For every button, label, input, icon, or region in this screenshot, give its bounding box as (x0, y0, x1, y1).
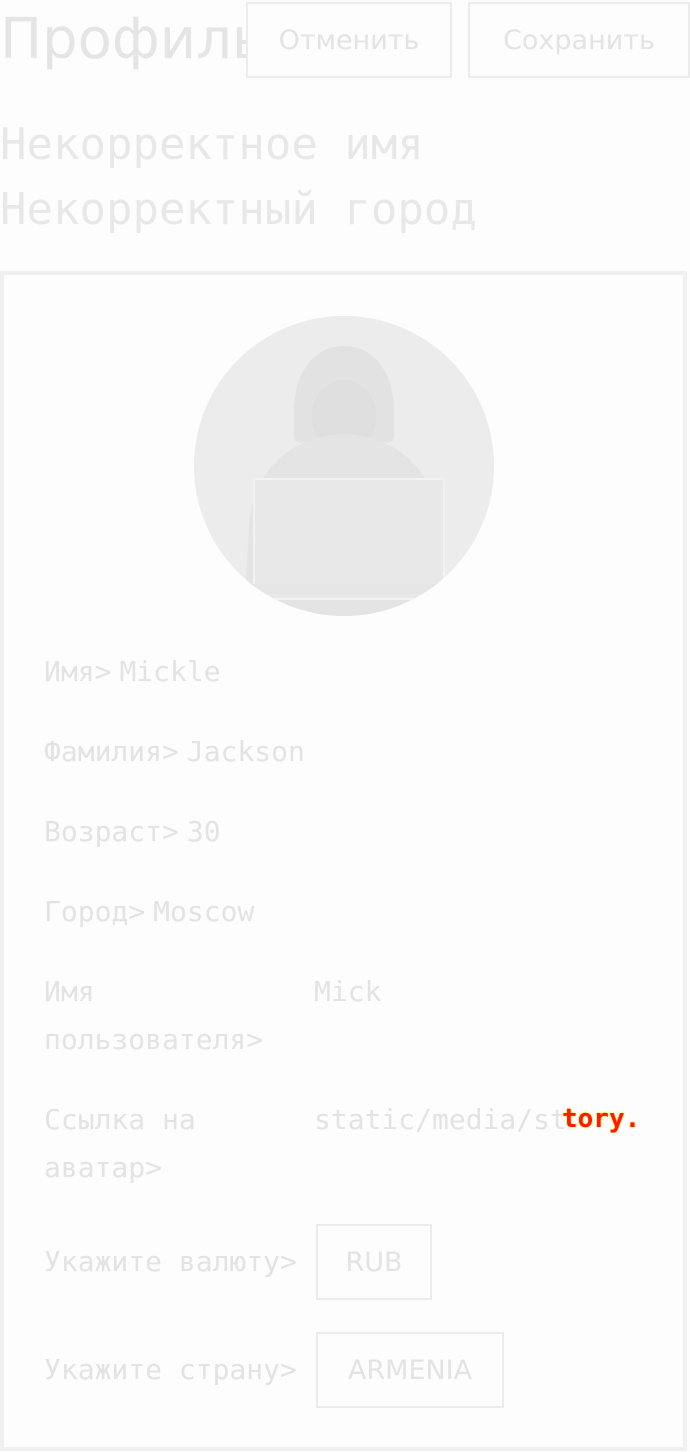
error-invalid-city: Некорректный город (0, 184, 477, 235)
currency-select[interactable]: RUB (316, 1224, 432, 1300)
country-label: Укажите страну> (44, 1353, 297, 1386)
username-input[interactable]: Mick (314, 968, 381, 1016)
country-row: Укажите страну> (44, 1346, 297, 1394)
city-input[interactable]: Moscow (153, 895, 254, 928)
last-name-row: Фамилия> Jackson (44, 728, 305, 776)
avatar-url-overflow-text: tory. (562, 1104, 641, 1134)
error-invalid-name: Некорректное имя (0, 119, 424, 170)
age-input[interactable]: 30 (187, 815, 221, 848)
city-row: Город> Moscow (44, 888, 254, 936)
first-name-label: Имя> (44, 655, 112, 688)
avatar (194, 316, 494, 616)
age-row: Возраст> 30 (44, 808, 221, 856)
page-header: Профиль Отменить Сохранить (0, 0, 690, 80)
first-name-row: Имя> Mickle (44, 648, 221, 696)
last-name-label: Фамилия> (44, 735, 179, 768)
save-button[interactable]: Сохранить (468, 2, 690, 78)
currency-label: Укажите валюту> (44, 1245, 297, 1278)
cancel-button[interactable]: Отменить (246, 2, 452, 78)
username-label: Имя пользователя> (44, 975, 264, 1056)
page-title: Профиль (0, 7, 265, 72)
city-label: Город> (44, 895, 146, 928)
avatar-url-label: Ссылка на аватар> (44, 1103, 196, 1184)
last-name-input[interactable]: Jackson (187, 735, 305, 768)
currency-row: Укажите валюту> (44, 1238, 297, 1286)
first-name-input[interactable]: Mickle (119, 655, 220, 688)
country-select[interactable]: ARMENIA (316, 1332, 504, 1408)
age-label: Возраст> (44, 815, 179, 848)
hooded-person-icon (194, 316, 494, 616)
